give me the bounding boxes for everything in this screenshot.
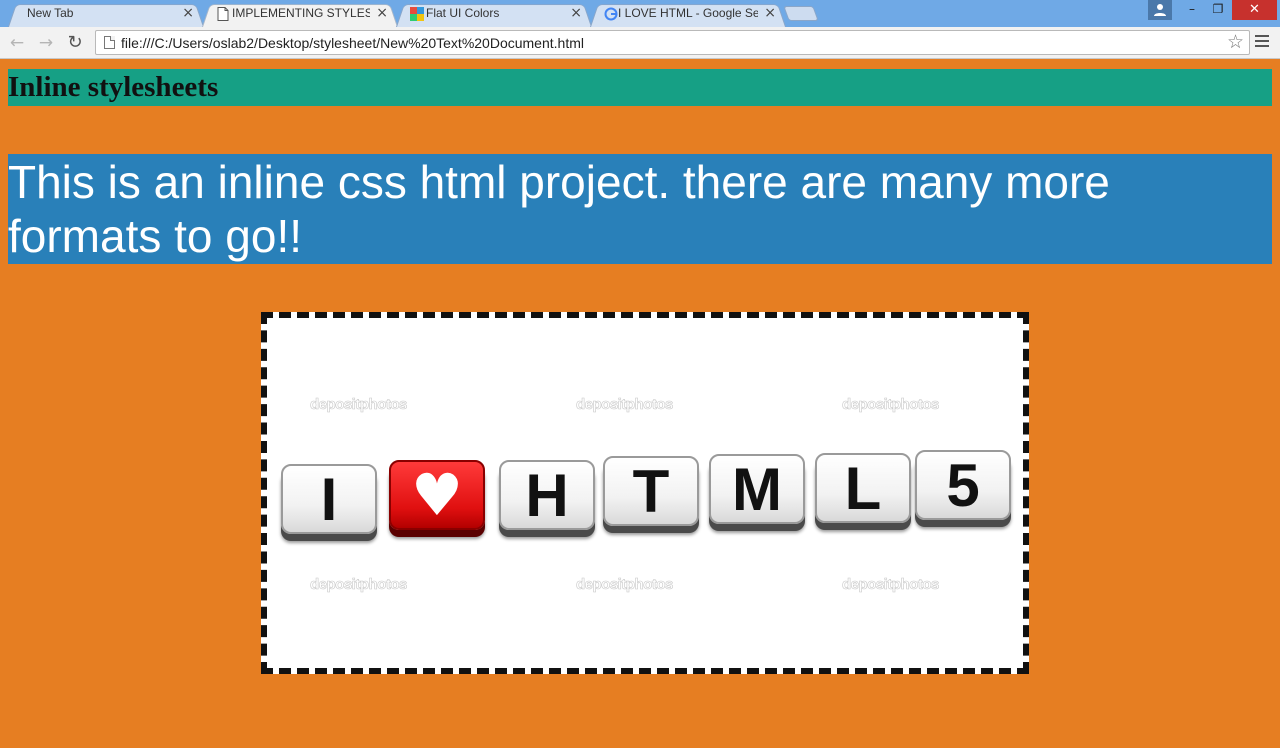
letter-cube: M bbox=[709, 454, 805, 524]
letter-cube: L bbox=[815, 453, 911, 523]
watermark: depositphotos bbox=[576, 396, 674, 414]
tab-title: New Tab bbox=[27, 6, 74, 20]
minimize-button[interactable]: – bbox=[1180, 0, 1204, 20]
new-tab-button[interactable] bbox=[783, 6, 819, 21]
bookmark-star-icon[interactable]: ☆ bbox=[1227, 31, 1244, 53]
address-bar[interactable]: file:///C:/Users/oslab2/Desktop/styleshe… bbox=[95, 30, 1250, 55]
tab-close-icon[interactable]: × bbox=[182, 5, 194, 21]
window-close-button[interactable]: ✕ bbox=[1232, 0, 1277, 20]
browser-titlebar: New Tab × IMPLEMENTING STYLESHE × Flat U… bbox=[0, 0, 1280, 28]
intro-paragraph: This is an inline css html project. ther… bbox=[8, 156, 1110, 262]
watermark: depositphotos bbox=[842, 396, 940, 414]
watermark: depositphotos bbox=[310, 576, 408, 594]
watermark: depositphotos bbox=[576, 576, 674, 594]
tab-implementing-stylesheets[interactable]: IMPLEMENTING STYLESHE × bbox=[202, 2, 398, 28]
flat-ui-colors-icon bbox=[410, 7, 424, 21]
tab-google-search[interactable]: I LOVE HTML - Google Se × bbox=[590, 2, 786, 28]
file-page-icon bbox=[104, 36, 115, 49]
tab-title: I LOVE HTML - Google Se bbox=[618, 6, 758, 20]
tab-flat-ui-colors[interactable]: Flat UI Colors × bbox=[396, 2, 592, 28]
tab-close-icon[interactable]: × bbox=[376, 5, 388, 21]
watermark: depositphotos bbox=[310, 396, 408, 414]
page-heading: Inline stylesheets bbox=[8, 71, 219, 103]
tab-new-tab[interactable]: New Tab × bbox=[8, 2, 204, 28]
tab-close-icon[interactable]: × bbox=[570, 5, 582, 21]
heart-cube: ♥ bbox=[389, 460, 485, 530]
heading-banner: Inline stylesheets bbox=[8, 69, 1272, 106]
page-icon bbox=[217, 7, 229, 21]
letter-cube: 5 bbox=[915, 450, 1011, 520]
browser-menu-icon[interactable] bbox=[1255, 35, 1269, 49]
letter-cube: T bbox=[603, 456, 699, 526]
letter-cube: H bbox=[499, 460, 595, 530]
tab-close-icon[interactable]: × bbox=[764, 5, 776, 21]
watermark: depositphotos bbox=[842, 576, 940, 594]
google-icon bbox=[604, 7, 618, 21]
letter-cube: I bbox=[281, 464, 377, 534]
paragraph-box: This is an inline css html project. ther… bbox=[8, 154, 1272, 264]
tab-title: Flat UI Colors bbox=[426, 6, 500, 20]
reload-icon[interactable]: ↻ bbox=[64, 32, 86, 54]
maximize-button[interactable]: ❐ bbox=[1206, 0, 1230, 20]
back-arrow-icon[interactable]: ← bbox=[6, 32, 28, 54]
forward-arrow-icon[interactable]: → bbox=[35, 32, 57, 54]
browser-toolbar: ← → ↻ file:///C:/Users/oslab2/Desktop/st… bbox=[0, 27, 1280, 59]
tab-title: IMPLEMENTING STYLESHE bbox=[232, 6, 370, 20]
letter-cubes: I ♥ H T M L 5 bbox=[281, 450, 1017, 554]
url-text[interactable]: file:///C:/Users/oslab2/Desktop/styleshe… bbox=[121, 35, 584, 51]
i-love-html5-image: depositphotos depositphotos depositphoto… bbox=[261, 312, 1029, 674]
user-profile-icon[interactable] bbox=[1148, 0, 1172, 20]
